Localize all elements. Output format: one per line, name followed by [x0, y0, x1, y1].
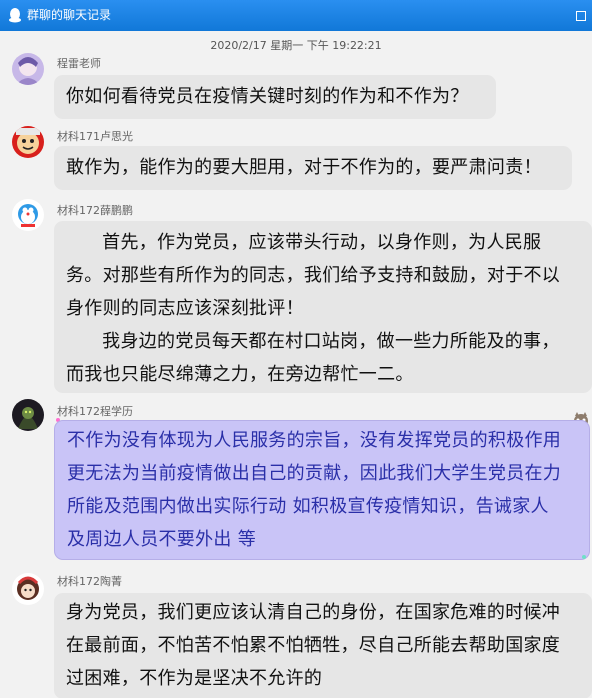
avatar[interactable] — [12, 53, 44, 85]
close-icon[interactable] — [576, 11, 586, 21]
title-bar: 群聊的聊天记录 — [0, 0, 592, 31]
sender-name: 材科172薛鹏鹏 — [57, 204, 133, 217]
sender-name: 材科172陶菁 — [57, 575, 122, 588]
message-bubble: 首先，作为党员，应该带头行动，以身作则，为人民服 务。对那些有所作为的同志，我们… — [54, 221, 592, 393]
sender-name: 程雷老师 — [57, 57, 101, 70]
avatar[interactable] — [12, 399, 44, 431]
avatar[interactable] — [12, 573, 44, 605]
message-bubble: 身为党员，我们更应该认清自己的身份，在国家危难的时候冲 在最前面，不怕苦不怕累不… — [54, 593, 592, 698]
avatar[interactable] — [12, 199, 44, 231]
message-bubble: 敢作为，能作为的要大胆用，对于不作为的，要严肃问责！ — [54, 146, 572, 190]
message-bubble: 你如何看待党员在疫情关键时刻的作为和不作为？ — [54, 75, 496, 119]
qq-penguin-icon — [9, 8, 21, 23]
message-timestamp: 2020/2/17 星期一 下午 19:22:21 — [210, 39, 382, 52]
window-title: 群聊的聊天记录 — [27, 8, 112, 22]
sender-name: 材科171卢思光 — [57, 130, 133, 143]
bubble-decoration — [582, 555, 586, 559]
message-bubble: 不作为没有体现为人民服务的宗旨，没有发挥党员的积极作用 更无法为当前疫情做出自己… — [54, 420, 590, 560]
sender-name: 材科172程学历 — [57, 405, 133, 418]
avatar[interactable] — [12, 126, 44, 158]
chat-history-panel[interactable]: 2020/2/17 星期一 下午 19:22:21 程雷老师 你如何看待党员在疫… — [0, 31, 592, 698]
